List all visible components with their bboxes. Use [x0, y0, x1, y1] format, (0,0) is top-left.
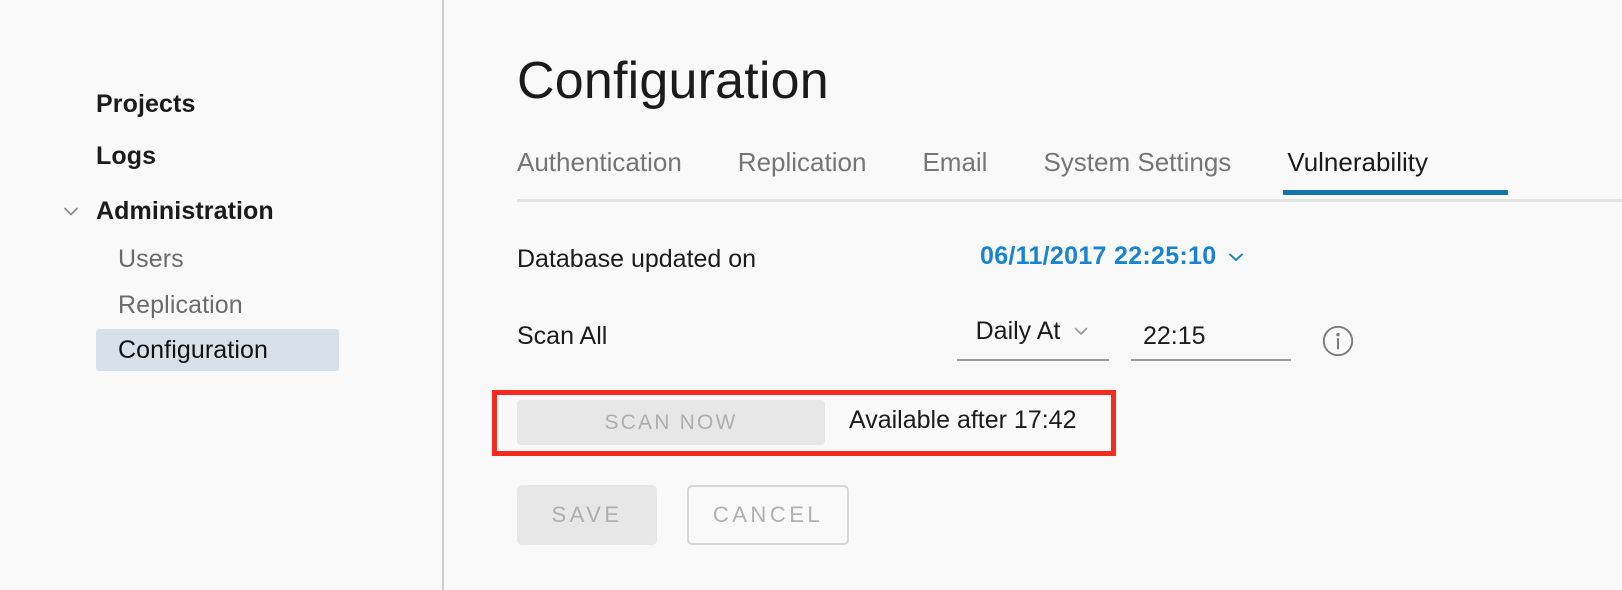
info-circle-icon[interactable]: [1321, 324, 1355, 358]
sidebar: Projects Logs Administration Users Repli…: [0, 0, 444, 590]
database-updated-timestamp: 06/11/2017 22:25:10: [980, 242, 1217, 270]
database-updated-value[interactable]: 06/11/2017 22:25:10: [980, 242, 1246, 271]
sidebar-item-logs[interactable]: Logs: [96, 136, 156, 176]
scan-time-input[interactable]: [1131, 317, 1291, 361]
sidebar-item-configuration[interactable]: Configuration: [96, 329, 339, 371]
cancel-button[interactable]: CANCEL: [687, 485, 849, 545]
scan-now-button[interactable]: SCAN NOW: [517, 400, 825, 445]
main-content: Configuration Authentication Replication…: [446, 0, 1622, 590]
sidebar-item-projects[interactable]: Projects: [96, 84, 195, 124]
sidebar-item-label: Users: [118, 244, 184, 273]
tab-authentication[interactable]: Authentication: [517, 143, 682, 192]
tab-bar: Authentication Replication Email System …: [517, 143, 1622, 202]
sidebar-item-label: Projects: [96, 89, 196, 118]
sidebar-item-label: Administration: [96, 196, 274, 225]
chevron-down-icon[interactable]: [58, 198, 84, 224]
sidebar-item-users[interactable]: Users: [118, 239, 184, 279]
scan-all-label: Scan All: [517, 322, 608, 350]
sidebar-item-replication[interactable]: Replication: [118, 285, 243, 325]
save-button[interactable]: SAVE: [517, 485, 657, 545]
sidebar-item-label: Logs: [96, 141, 157, 170]
scan-availability-text: Available after 17:42: [849, 406, 1077, 434]
chevron-down-icon[interactable]: [1072, 322, 1090, 340]
app-root: Projects Logs Administration Users Repli…: [0, 0, 1622, 590]
scan-schedule-value: Daily At: [975, 317, 1061, 345]
scan-schedule-select[interactable]: Daily At: [957, 317, 1109, 361]
tab-system-settings[interactable]: System Settings: [1043, 143, 1231, 192]
sidebar-item-label: Replication: [118, 290, 243, 319]
page-title: Configuration: [517, 52, 829, 110]
tab-email[interactable]: Email: [922, 143, 987, 192]
database-updated-label: Database updated on: [517, 245, 757, 273]
sidebar-item-administration[interactable]: Administration: [58, 191, 274, 231]
chevron-down-icon[interactable]: [1226, 247, 1246, 267]
tab-replication[interactable]: Replication: [738, 143, 867, 192]
tab-vulnerability[interactable]: Vulnerability: [1283, 143, 1508, 195]
sidebar-item-label: Configuration: [118, 335, 269, 364]
